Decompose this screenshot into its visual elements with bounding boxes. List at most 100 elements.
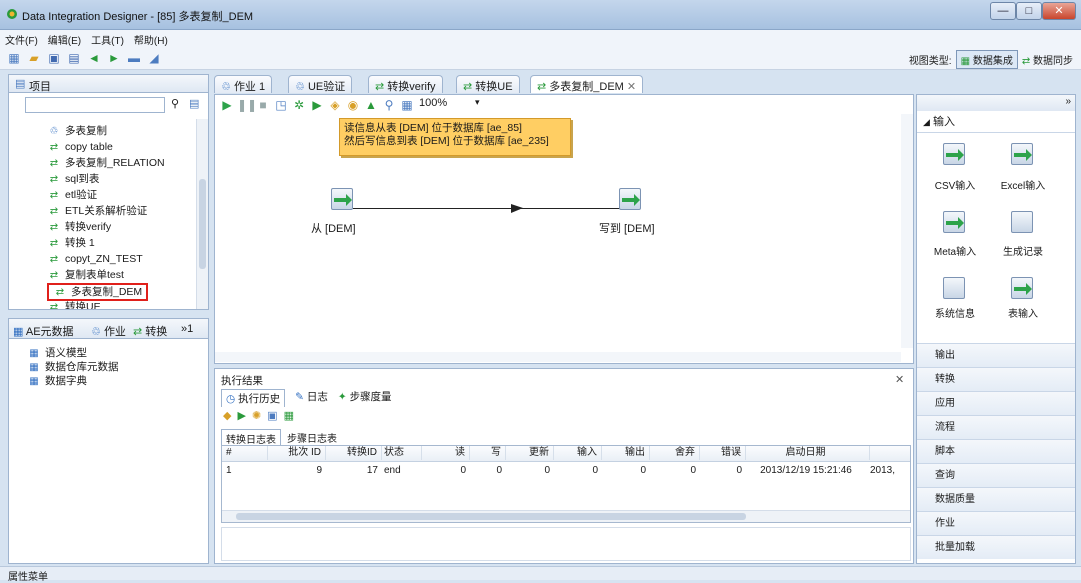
canvas-note[interactable]: 读信息从表 [DEM] 位于数据库 [ae_85] 然后写信息到表 [DEM] … [339,118,571,156]
tree-item[interactable]: ⇄ 多表复制_RELATION [47,155,165,171]
save-icon[interactable]: ▣ [46,51,62,66]
palette-category-input[interactable]: ◢ 输入 [917,111,1075,133]
pause-icon[interactable]: ❚❚ [237,98,257,113]
zoom-level[interactable]: 100% [419,97,447,109]
tree-item[interactable]: ⇄ 转换 1 [47,235,95,251]
replay-icon[interactable]: ▶ [309,98,325,113]
tree-item[interactable]: ⇄ 转换UE [47,299,101,309]
stop-icon[interactable]: ■ [255,98,271,113]
canvas-vscroll[interactable] [901,114,913,348]
palette-collapse-icon[interactable]: » [1065,96,1071,107]
palette-category-lookup[interactable]: 查询 [917,463,1075,487]
col-discard[interactable]: 舍弃 [650,446,700,460]
tab-log[interactable]: ✎ 日志 [295,389,328,407]
tree-item[interactable]: ♲ 多表复制 [47,123,107,139]
view-data-integration-button[interactable]: ▦ 数据集成 [955,50,1018,69]
view-data-sync-button[interactable]: ⇄ 数据同步 [1022,52,1073,67]
col-input[interactable]: 输入 [554,446,602,460]
menu-tools[interactable]: 工具(T) [86,30,129,47]
palette-item-meta[interactable]: Meta输入 [927,243,983,258]
close-panel-icon[interactable]: ✕ [895,373,904,386]
tree-item[interactable]: ⇄ copyt_ZN_TEST [47,251,143,267]
explore-icon[interactable]: ▬ [126,51,142,66]
replay-icon[interactable]: ▶ [237,409,245,422]
metadata-tab-transform[interactable]: ⇄ 转换 [133,323,167,339]
col-index[interactable]: # [222,446,268,460]
palette-item-table-input[interactable]: 表输入 [995,305,1051,320]
palette-item-generate[interactable]: 生成记录 [995,243,1051,258]
zoom-dropdown-icon[interactable]: ▾ [475,97,480,108]
col-update[interactable]: 更新 [506,446,554,460]
save-as-icon[interactable]: ▤ [66,51,82,66]
results-detail-area[interactable] [221,527,911,561]
tree-item[interactable]: ⇄ 转换verify [47,219,111,235]
metadata-tab-job[interactable]: ♲ 作业 [91,323,126,339]
system-info-icon[interactable] [943,277,965,299]
meta-input-icon[interactable] [943,211,965,233]
new-icon[interactable]: ▦ [6,51,22,66]
palette-item-csv[interactable]: CSV输入 [927,177,983,192]
palette-category-quality[interactable]: 数据质量 [917,487,1075,511]
search-icon[interactable]: ⚲ [171,97,179,110]
verify-icon[interactable]: ◈ [327,98,343,113]
redo-icon[interactable]: ► [106,51,122,66]
palette-category-app[interactable]: 应用 [917,391,1075,415]
canvas-hscroll[interactable] [215,352,901,362]
tree-item[interactable]: ⇄ etl验证 [47,187,97,203]
palette-category-script[interactable]: 脚本 [917,439,1075,463]
minimize-button[interactable]: — [990,2,1016,20]
table-input-icon[interactable] [1011,277,1033,299]
grid-toggle-icon[interactable]: ▦ [399,98,415,113]
tab-step-metrics[interactable]: ✦ 步骤度量 [338,389,392,407]
table-hscroll[interactable] [222,510,910,522]
palette-category-transform[interactable]: 转换 [917,367,1075,391]
palette-category-flow[interactable]: 流程 [917,415,1075,439]
scroll-thumb[interactable] [199,179,206,269]
export-icon[interactable]: ▣ [267,409,277,422]
undo-icon[interactable]: ◄ [86,51,102,66]
close-button[interactable]: ✕ [1042,2,1076,20]
tree-item[interactable]: ⇄ sql到表 [47,171,100,187]
menu-file[interactable]: 文件(F) [0,30,43,47]
col-status[interactable]: 状态 [382,446,422,460]
clear-icon[interactable]: ✺ [252,409,261,422]
tree-item[interactable]: ⇄ 复制表单test [47,267,124,283]
sql-icon[interactable]: ▲ [363,98,379,113]
palette-item-excel[interactable]: Excel输入 [995,177,1051,192]
debug-icon[interactable]: ✲ [291,98,307,113]
tab-multi-table-copy[interactable]: ⇄ 多表复制_DEM ✕ [530,75,644,93]
close-tab-icon[interactable]: ✕ [627,81,636,93]
tree-scrollbar[interactable] [196,119,208,309]
metadata-tab-ae[interactable]: ▦ AE元数据 [13,323,74,339]
open-icon[interactable]: ▰ [26,51,42,66]
refresh-icon[interactable]: ◆ [223,409,231,422]
palette-item-sysinfo[interactable]: 系统信息 [927,305,983,320]
excel-input-icon[interactable] [1011,143,1033,165]
scroll-thumb[interactable] [236,513,746,520]
menu-edit[interactable]: 编辑(E) [43,30,86,47]
menu-help[interactable]: 帮助(H) [129,30,173,47]
tab-exec-history[interactable]: ◷ 执行历史 [221,389,286,407]
meta-item[interactable]: ▦ 数据字典 [27,373,87,389]
maximize-button[interactable]: □ [1016,2,1042,20]
col-trans-id[interactable]: 转换ID [326,446,382,460]
col-write[interactable]: 写 [470,446,506,460]
tab-transform-ue[interactable]: ⇄ 转换UE [456,75,520,93]
tab-ue-verify[interactable]: ♲ UE验证 [288,75,353,93]
col-error[interactable]: 错误 [700,446,746,460]
chart-icon[interactable]: ◢ [146,51,162,66]
table-output-step-icon[interactable] [619,188,641,210]
hop-line[interactable] [353,208,623,209]
more-tabs-button[interactable]: »1 [181,323,193,335]
run-icon[interactable]: ▶ [219,98,235,113]
tree-item[interactable]: ⇄ ETL关系解析验证 [47,203,147,219]
col-output[interactable]: 输出 [602,446,650,460]
palette-category-bulk[interactable]: 批量加载 [917,535,1075,559]
tab-job-1[interactable]: ♲ 作业 1 [214,75,273,93]
col-read[interactable]: 读 [422,446,470,460]
table-input-step-icon[interactable] [331,188,353,210]
csv-input-icon[interactable] [943,143,965,165]
collapse-icon[interactable]: ▤ [189,97,199,110]
tree-item[interactable]: ⇄ copy table [47,139,113,155]
palette-category-job[interactable]: 作业 [917,511,1075,535]
